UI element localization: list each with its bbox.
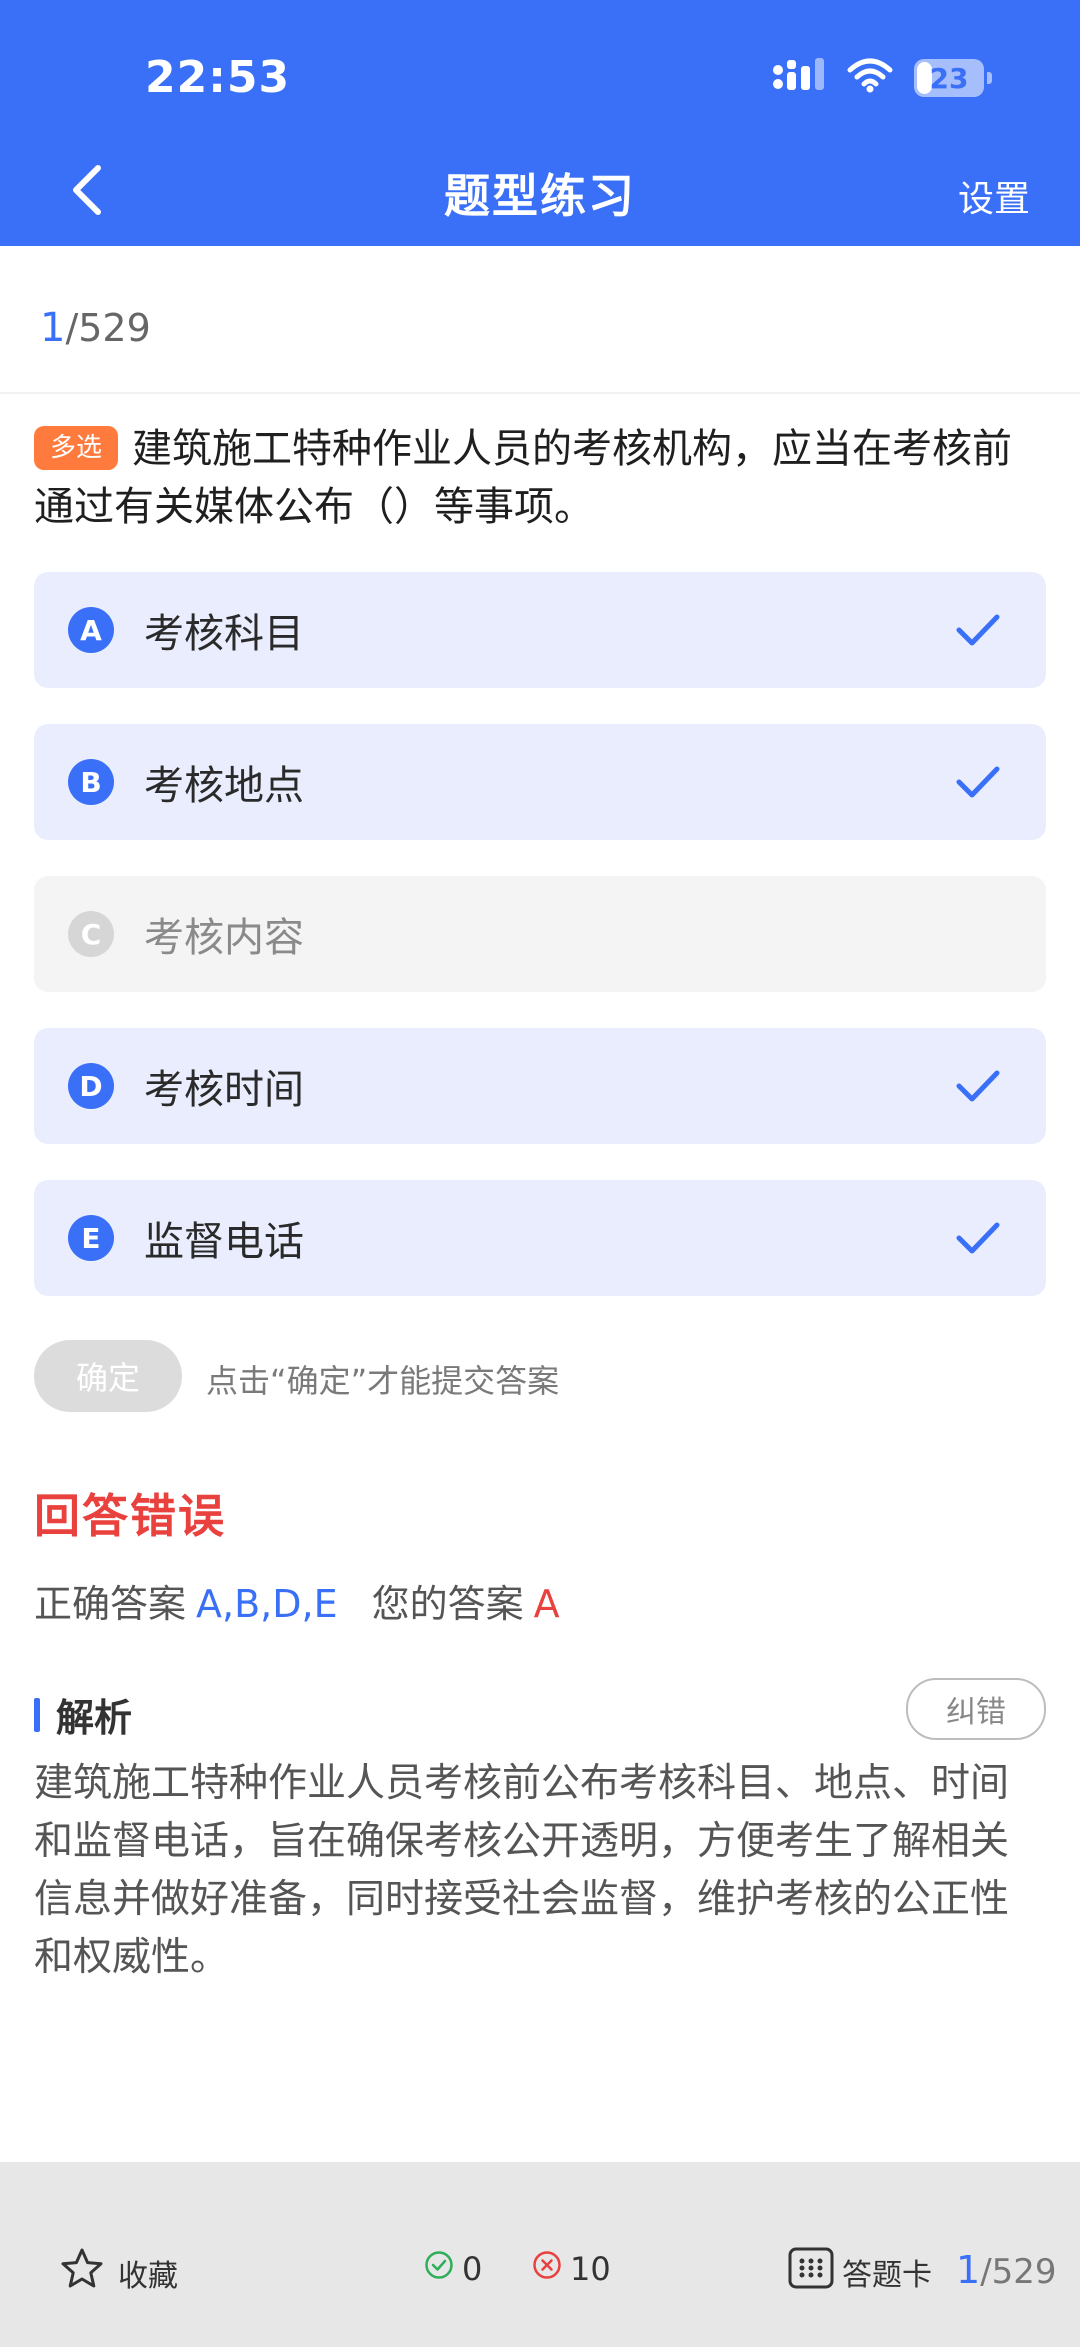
answer-card-button[interactable]: 答题卡: [788, 2247, 932, 2297]
wrong-count: 10: [532, 2250, 611, 2288]
bottom-bar: 收藏 0 10 答题卡 1/529: [0, 2162, 1080, 2347]
option-b[interactable]: B 考核地点: [34, 724, 1046, 840]
your-answer-value: A: [533, 1582, 560, 1626]
correct-count-value: 0: [462, 2250, 483, 2288]
option-e[interactable]: E 监督电话: [34, 1180, 1046, 1296]
checkmark-icon: [954, 1214, 1002, 1262]
your-answer-label: 您的答案: [371, 1582, 524, 1626]
divider: [0, 392, 1080, 394]
option-text: 监督电话: [144, 1219, 304, 1265]
correct-answer-label: 正确答案: [34, 1582, 187, 1626]
progress-total: /529: [65, 306, 151, 350]
confirm-button[interactable]: 确定: [34, 1340, 182, 1412]
option-letter: A: [68, 607, 114, 653]
settings-button[interactable]: 设置: [958, 170, 1030, 222]
wifi-icon: [846, 58, 894, 98]
answer-summary: 正确答案 A,B,D,E 您的答案 A: [34, 1573, 560, 1628]
option-text: 考核地点: [144, 763, 304, 809]
question: 多选 建筑施工特种作业人员的考核机构，应当在考核前通过有关媒体公布（）等事项。: [34, 420, 1044, 536]
progress-current: 1: [40, 305, 66, 351]
cellular-signal-icon: [772, 58, 826, 98]
option-text: 考核科目: [144, 611, 304, 657]
checkmark-icon: [954, 758, 1002, 806]
option-letter: D: [68, 1063, 114, 1109]
analysis-accent-bar: [34, 1697, 40, 1732]
option-d[interactable]: D 考核时间: [34, 1028, 1046, 1144]
checkmark-icon: [954, 606, 1002, 654]
option-c[interactable]: C 考核内容: [34, 876, 1046, 992]
option-text: 考核时间: [144, 1067, 304, 1113]
answer-card-label: 答题卡: [842, 2258, 932, 2293]
analysis-text: 建筑施工特种作业人员考核前公布考核科目、地点、时间和监督电话，旨在确保考核公开透…: [34, 1761, 1010, 1980]
report-error-button[interactable]: 纠错: [906, 1678, 1046, 1740]
option-letter: E: [68, 1215, 114, 1261]
wrong-count-value: 10: [570, 2250, 611, 2288]
favorite-label: 收藏: [118, 2259, 178, 2294]
battery-tip: [987, 72, 992, 84]
correct-count: 0: [424, 2250, 482, 2288]
option-letter: C: [68, 911, 114, 957]
check-circle-icon: [424, 2250, 462, 2288]
correct-answer-value: A,B,D,E: [196, 1582, 338, 1626]
battery-icon: 23: [914, 59, 992, 97]
bottom-progress: 1/529: [956, 2248, 1057, 2292]
option-a[interactable]: A 考核科目: [34, 572, 1046, 688]
status-icons: 23: [772, 58, 992, 98]
question-progress: 1/529: [40, 305, 151, 351]
question-type-badge: 多选: [34, 426, 119, 470]
checkmark-icon: [954, 1062, 1002, 1110]
option-letter: B: [68, 759, 114, 805]
bottom-progress-total: /529: [980, 2252, 1057, 2292]
grid-icon: [788, 2247, 842, 2297]
page-title: 题型练习: [444, 169, 636, 223]
confirm-hint: 点击“确定”才能提交答案: [206, 1362, 560, 1400]
analysis-label: 解析: [56, 1696, 133, 1740]
star-outline-icon: [60, 2247, 118, 2299]
x-circle-icon: [532, 2250, 570, 2288]
question-text: 建筑施工特种作业人员的考核机构，应当在考核前通过有关媒体公布（）等事项。: [34, 426, 1013, 530]
option-text: 考核内容: [144, 915, 304, 961]
battery-level-text: 23: [929, 61, 969, 95]
app-header: 22:53 23 题型练习 设置: [0, 0, 1080, 246]
favorite-button[interactable]: 收藏: [60, 2247, 178, 2299]
bottom-progress-current: 1: [956, 2248, 981, 2292]
status-time: 22:53: [145, 52, 291, 103]
analysis-heading: 解析: [34, 1687, 132, 1742]
result-title: 回答错误: [34, 1489, 226, 1543]
